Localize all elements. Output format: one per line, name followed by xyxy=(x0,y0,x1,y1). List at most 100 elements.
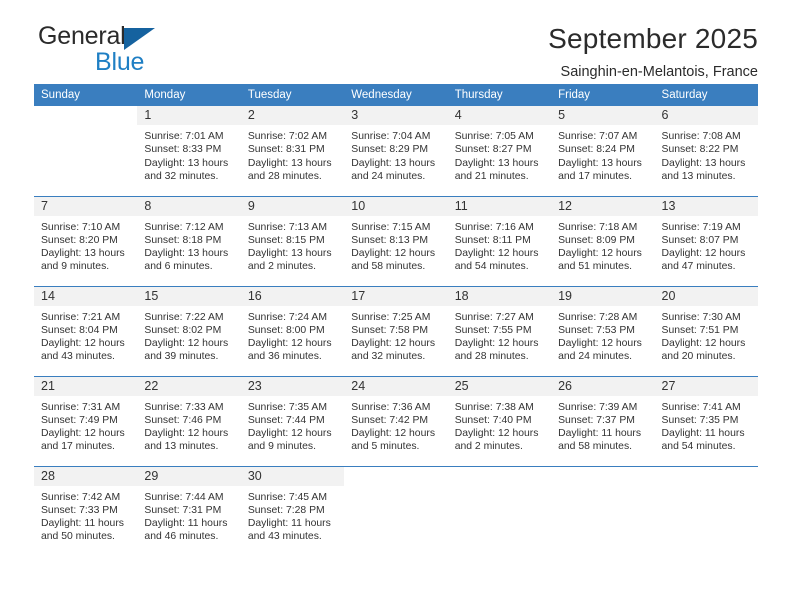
calendar-day-cell[interactable]: 25 Sunrise: 7:38 AM Sunset: 7:40 PM Dayligh… xyxy=(447,375,552,466)
day-details: Sunrise: 7:07 AM Sunset: 8:24 PM Daylight:… xyxy=(551,125,654,183)
daylight-text-line2: and 54 minutes. xyxy=(661,441,736,453)
weekday-header-friday: Friday xyxy=(551,84,655,106)
calendar-day-cell[interactable]: 1 Sunrise: 7:01 AM Sunset: 8:33 PM Daylight… xyxy=(137,106,241,196)
day-details: Sunrise: 7:30 AM Sunset: 7:51 PM Daylight:… xyxy=(655,306,758,364)
calendar-day-cell[interactable]: 5 Sunrise: 7:07 AM Sunset: 8:24 PM Daylight… xyxy=(551,106,655,196)
day-details: Sunrise: 7:44 AM Sunset: 7:31 PM Daylight:… xyxy=(137,486,240,544)
calendar-day-cell[interactable]: 24 Sunrise: 7:36 AM Sunset: 7:42 PM Dayligh… xyxy=(344,375,448,466)
sunset-text: Sunset: 7:40 PM xyxy=(454,414,532,426)
sunset-text: Sunset: 8:02 PM xyxy=(144,324,222,336)
calendar-day-cell[interactable]: 9 Sunrise: 7:13 AM Sunset: 8:15 PM Daylight… xyxy=(240,195,345,286)
sunset-text: Sunset: 7:46 PM xyxy=(144,414,222,426)
day-number: 3 xyxy=(344,106,448,125)
day-details: Sunrise: 7:21 AM Sunset: 8:04 PM Daylight:… xyxy=(34,306,137,364)
day-number: 29 xyxy=(137,466,241,486)
day-number xyxy=(654,466,758,486)
calendar-day-cell[interactable]: 15 Sunrise: 7:22 AM Sunset: 8:02 PM Dayligh… xyxy=(137,285,241,376)
daylight-text-line1: Daylight: 12 hours xyxy=(144,428,229,440)
sunrise-text: Sunrise: 7:44 AM xyxy=(144,491,224,503)
sunrise-text: Sunrise: 7:13 AM xyxy=(247,221,327,233)
day-number: 19 xyxy=(551,286,655,306)
calendar-day-cell[interactable]: 6 Sunrise: 7:08 AM Sunset: 8:22 PM Daylight… xyxy=(654,106,758,196)
calendar-day-cell[interactable]: 20 Sunrise: 7:30 AM Sunset: 7:51 PM Dayligh… xyxy=(654,285,758,376)
sunset-text: Sunset: 7:35 PM xyxy=(661,414,739,426)
calendar-day-cell[interactable]: 4 Sunrise: 7:05 AM Sunset: 8:27 PM Daylight… xyxy=(447,106,552,196)
weekday-header-thursday: Thursday xyxy=(447,84,552,106)
calendar-day-cell[interactable]: 17 Sunrise: 7:25 AM Sunset: 7:58 PM Dayligh… xyxy=(344,285,448,376)
sunset-text: Sunset: 8:27 PM xyxy=(454,144,532,156)
daylight-text-line2: and 54 minutes. xyxy=(454,261,529,273)
calendar-day-cell[interactable]: 3 Sunrise: 7:04 AM Sunset: 8:29 PM Daylight… xyxy=(344,106,448,196)
day-number: 20 xyxy=(654,286,758,306)
daylight-text-line1: Daylight: 13 hours xyxy=(454,157,539,169)
calendar-day-cell[interactable]: 8 Sunrise: 7:12 AM Sunset: 8:18 PM Daylight… xyxy=(137,195,241,286)
sunset-text: Sunset: 8:13 PM xyxy=(351,234,429,246)
daylight-text-line2: and 46 minutes. xyxy=(144,531,219,543)
day-details: Sunrise: 7:05 AM Sunset: 8:27 PM Daylight:… xyxy=(448,125,551,183)
day-number: 2 xyxy=(240,106,345,125)
sunrise-text: Sunrise: 7:24 AM xyxy=(247,311,327,323)
sunrise-text: Sunrise: 7:38 AM xyxy=(454,401,534,413)
day-details: Sunrise: 7:39 AM Sunset: 7:37 PM Daylight:… xyxy=(551,396,654,454)
calendar-day-cell[interactable]: 19 Sunrise: 7:28 AM Sunset: 7:53 PM Dayligh… xyxy=(551,285,655,376)
daylight-text-line1: Daylight: 13 hours xyxy=(247,248,332,260)
sunset-text: Sunset: 8:07 PM xyxy=(661,234,739,246)
sunset-text: Sunset: 7:33 PM xyxy=(41,504,118,516)
calendar-day-cell[interactable]: 14 Sunrise: 7:21 AM Sunset: 8:04 PM Dayligh… xyxy=(34,285,138,376)
calendar-day-cell[interactable]: 10 Sunrise: 7:15 AM Sunset: 8:13 PM Dayligh… xyxy=(344,195,448,286)
day-number xyxy=(551,466,655,486)
daylight-text-line1: Daylight: 11 hours xyxy=(144,518,228,530)
weekday-header-tuesday: Tuesday xyxy=(240,84,345,106)
calendar-day-cell[interactable]: 29 Sunrise: 7:44 AM Sunset: 7:31 PM Dayligh… xyxy=(137,465,241,556)
calendar-day-cell[interactable]: 12 Sunrise: 7:18 AM Sunset: 8:09 PM Dayligh… xyxy=(551,195,655,286)
calendar-day-cell[interactable]: 27 Sunrise: 7:41 AM Sunset: 7:35 PM Dayligh… xyxy=(654,375,758,466)
daylight-text-line2: and 39 minutes. xyxy=(144,351,219,363)
calendar-day-cell-empty xyxy=(447,465,552,556)
daylight-text-line2: and 9 minutes. xyxy=(247,441,317,453)
sunrise-text: Sunrise: 7:10 AM xyxy=(41,221,121,233)
calendar-day-cell[interactable]: 23 Sunrise: 7:35 AM Sunset: 7:44 PM Dayligh… xyxy=(240,375,345,466)
day-number: 9 xyxy=(240,196,345,216)
daylight-text-line1: Daylight: 12 hours xyxy=(351,338,436,350)
title-block: September 2025 Sainghin-en-Melantois, Fr… xyxy=(548,22,758,83)
day-details: Sunrise: 7:02 AM Sunset: 8:31 PM Daylight:… xyxy=(241,125,344,183)
sunset-text: Sunset: 7:53 PM xyxy=(558,324,635,336)
calendar-day-cell[interactable]: 11 Sunrise: 7:16 AM Sunset: 8:11 PM Dayligh… xyxy=(447,195,552,286)
sunrise-text: Sunrise: 7:08 AM xyxy=(661,131,741,142)
day-number: 15 xyxy=(137,286,241,306)
sunset-text: Sunset: 8:22 PM xyxy=(661,144,739,156)
daylight-text-line1: Daylight: 12 hours xyxy=(41,428,125,440)
daylight-text-line2: and 32 minutes. xyxy=(351,351,426,363)
day-details: Sunrise: 7:38 AM Sunset: 7:40 PM Daylight:… xyxy=(448,396,551,454)
calendar-day-cell[interactable]: 28 Sunrise: 7:42 AM Sunset: 7:33 PM Dayligh… xyxy=(34,465,138,556)
daylight-text-line2: and 32 minutes. xyxy=(144,170,219,182)
day-number: 5 xyxy=(551,106,655,125)
calendar-day-cell[interactable]: 7 Sunrise: 7:10 AM Sunset: 8:20 PM Daylight… xyxy=(34,195,138,286)
daylight-text-line2: and 13 minutes. xyxy=(661,170,736,182)
sunset-text: Sunset: 7:42 PM xyxy=(351,414,429,426)
calendar-day-cell[interactable]: 26 Sunrise: 7:39 AM Sunset: 7:37 PM Dayligh… xyxy=(551,375,655,466)
daylight-text-line2: and 36 minutes. xyxy=(247,351,322,363)
daylight-text-line2: and 2 minutes. xyxy=(454,441,523,453)
sunrise-text: Sunrise: 7:36 AM xyxy=(351,401,431,413)
weekday-header-sunday: Sunday xyxy=(34,84,138,106)
calendar-day-cell[interactable]: 18 Sunrise: 7:27 AM Sunset: 7:55 PM Dayligh… xyxy=(447,285,552,376)
daylight-text-line1: Daylight: 12 hours xyxy=(247,338,332,350)
calendar-day-cell-empty xyxy=(344,465,448,556)
brand-logo[interactable]: General Blue xyxy=(34,22,214,78)
calendar-day-cell[interactable]: 22 Sunrise: 7:33 AM Sunset: 7:46 PM Dayligh… xyxy=(137,375,241,466)
calendar-day-cell[interactable]: 21 Sunrise: 7:31 AM Sunset: 7:49 PM Dayligh… xyxy=(34,375,138,466)
calendar-day-cell[interactable]: 16 Sunrise: 7:24 AM Sunset: 8:00 PM Dayligh… xyxy=(240,285,345,376)
day-details: Sunrise: 7:19 AM Sunset: 8:07 PM Daylight:… xyxy=(655,216,758,274)
calendar-day-cell[interactable]: 2 Sunrise: 7:02 AM Sunset: 8:31 PM Daylight… xyxy=(240,106,345,196)
daylight-text-line2: and 9 minutes. xyxy=(41,261,110,273)
daylight-text-line2: and 50 minutes. xyxy=(41,531,115,543)
daylight-text-line1: Daylight: 13 hours xyxy=(144,157,229,169)
calendar-week-row: 28 Sunrise: 7:42 AM Sunset: 7:33 PM Dayligh… xyxy=(34,465,758,556)
daylight-text-line2: and 20 minutes. xyxy=(661,351,736,363)
sunset-text: Sunset: 7:55 PM xyxy=(454,324,532,336)
sunrise-text: Sunrise: 7:39 AM xyxy=(558,401,638,413)
calendar-day-cell[interactable]: 30 Sunrise: 7:45 AM Sunset: 7:28 PM Dayligh… xyxy=(240,465,345,556)
calendar-day-cell[interactable]: 13 Sunrise: 7:19 AM Sunset: 8:07 PM Dayligh… xyxy=(654,195,758,286)
weekday-header-row: Sunday Monday Tuesday Wednesday Thursday… xyxy=(34,84,758,106)
